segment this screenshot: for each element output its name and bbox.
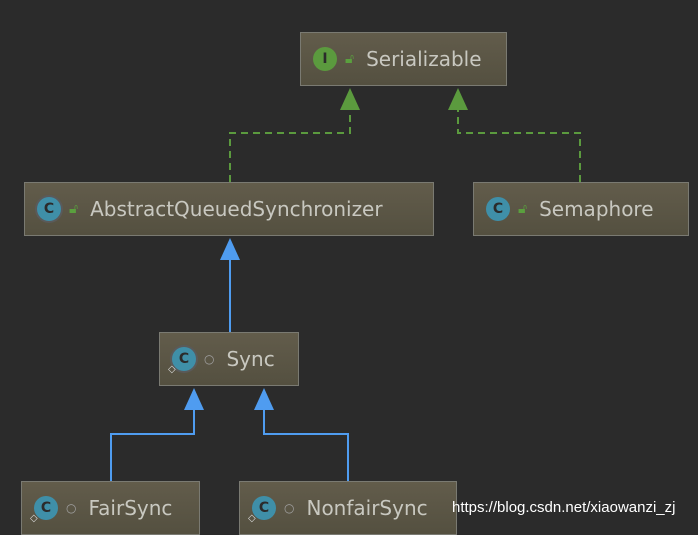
package-private-icon: ○ bbox=[284, 501, 295, 515]
node-serializable[interactable]: I 🔓︎ Serializable bbox=[300, 32, 507, 86]
node-nonfairsync[interactable]: C ◇ ○ NonfairSync bbox=[239, 481, 457, 535]
node-label: FairSync bbox=[88, 496, 173, 520]
package-private-icon: ○ bbox=[204, 352, 215, 366]
watermark: https://blog.csdn.net/xiaowanzi_zj bbox=[452, 499, 676, 516]
package-private-icon: ○ bbox=[66, 501, 77, 515]
edge-aqs-serializable bbox=[229, 108, 351, 182]
node-label: Semaphore bbox=[539, 197, 654, 221]
abstract-class-icon: C bbox=[37, 197, 61, 221]
arrowhead-sync-aqs bbox=[220, 238, 240, 260]
interface-icon: I bbox=[313, 47, 337, 71]
node-fairsync[interactable]: C ◇ ○ FairSync bbox=[21, 481, 200, 535]
edge-nonfairsync-sync bbox=[263, 408, 349, 481]
public-lock-icon: 🔓︎ bbox=[345, 51, 355, 67]
static-class-icon: C ◇ bbox=[30, 496, 58, 524]
node-aqs[interactable]: C 🔓︎ AbstractQueuedSynchronizer bbox=[24, 182, 434, 236]
arrowhead-nonfairsync-sync bbox=[254, 388, 274, 410]
arrowhead-aqs-serializable bbox=[340, 88, 360, 110]
node-semaphore[interactable]: C 🔓︎ Semaphore bbox=[473, 182, 689, 236]
class-icon: C bbox=[486, 197, 510, 221]
static-class-icon: C ◇ bbox=[248, 496, 276, 524]
node-label: Serializable bbox=[366, 47, 482, 71]
node-label: NonfairSync bbox=[306, 496, 428, 520]
abstract-static-class-icon: C ◇ bbox=[168, 347, 196, 375]
node-sync[interactable]: C ◇ ○ Sync bbox=[159, 332, 299, 386]
node-label: AbstractQueuedSynchronizer bbox=[90, 197, 383, 221]
edge-fairsync-sync bbox=[110, 408, 195, 481]
public-lock-icon: 🔓︎ bbox=[69, 201, 79, 217]
arrowhead-fairsync-sync bbox=[184, 388, 204, 410]
edge-semaphore-serializable bbox=[457, 108, 581, 182]
arrowhead-semaphore-serializable bbox=[448, 88, 468, 110]
node-label: Sync bbox=[226, 347, 275, 371]
public-lock-icon: 🔓︎ bbox=[518, 201, 528, 217]
